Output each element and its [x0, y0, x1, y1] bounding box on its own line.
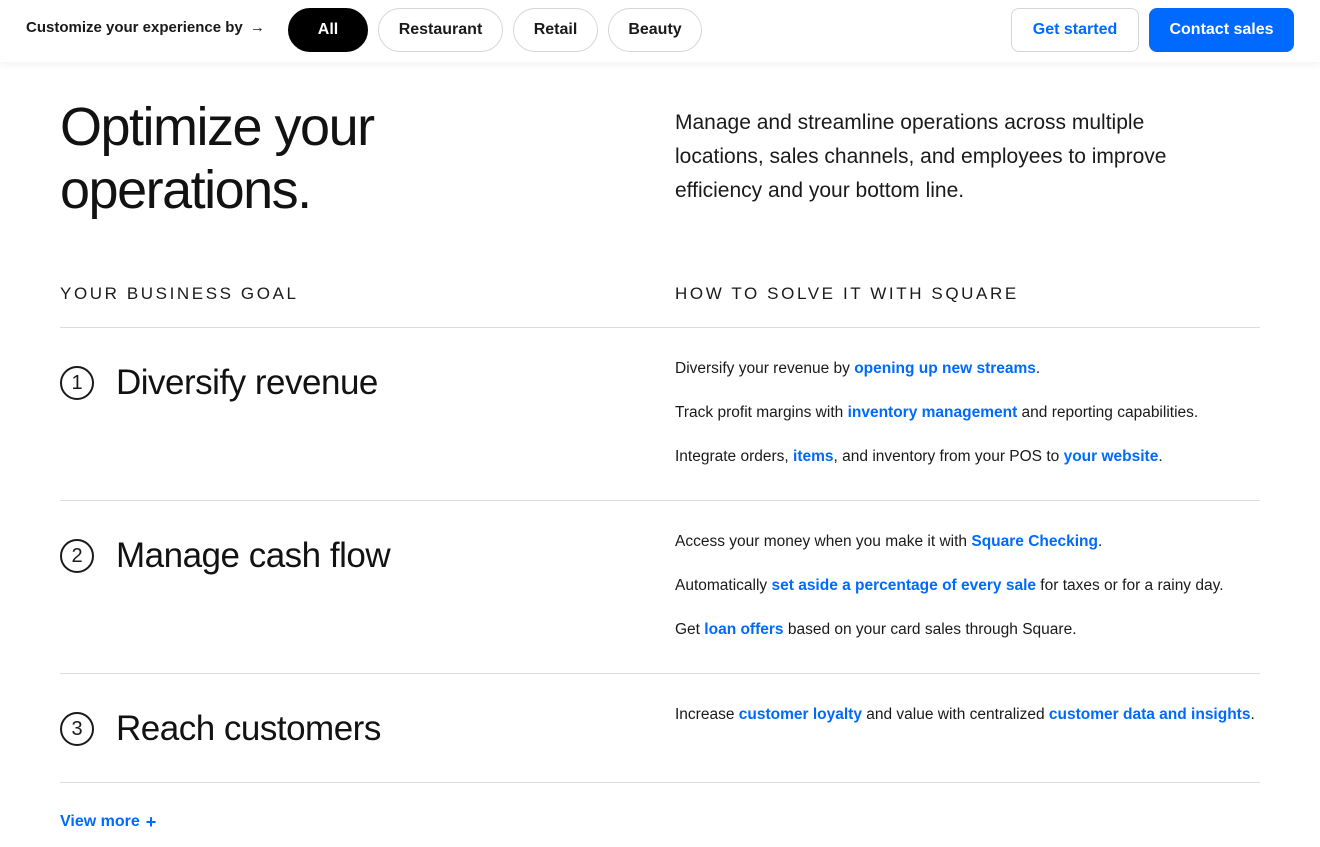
goal-title: Diversify revenue [116, 363, 378, 402]
solution-line: Automatically set aside a percentage of … [675, 577, 1224, 594]
arrow-right-icon: → [249, 19, 265, 36]
divider [60, 782, 1260, 783]
solution-line: Integrate orders, items, and inventory f… [675, 448, 1163, 465]
hero-description: Manage and streamline operations across … [675, 111, 1167, 202]
goal-row-3: 3 Reach customers [60, 709, 381, 749]
get-started-button[interactable]: Get started [1011, 8, 1139, 52]
number-2-icon: 2 [60, 539, 94, 573]
link-set-aside-percentage[interactable]: set aside a percentage of every sale [771, 577, 1036, 594]
link-items[interactable]: items [793, 448, 834, 465]
solution-list-3: Increase customer loyalty and value with… [675, 703, 1260, 727]
column-heading-solution: HOW TO SOLVE IT WITH SQUARE [675, 284, 1019, 303]
goal-row-2: 2 Manage cash flow [60, 536, 391, 576]
goal-row-1: 1 Diversify revenue [60, 363, 378, 403]
solution-line: Get loan offers based on your card sales… [675, 621, 1077, 638]
link-customer-data-insights[interactable]: customer data and insights [1049, 706, 1251, 723]
filter-restaurant[interactable]: Restaurant [378, 8, 503, 52]
link-square-checking[interactable]: Square Checking [971, 533, 1098, 550]
column-heading-goal: YOUR BUSINESS GOAL [60, 284, 299, 303]
link-inventory-management[interactable]: inventory management [848, 404, 1018, 421]
filter-beauty[interactable]: Beauty [608, 8, 702, 52]
solution-list-1: Diversify your revenue by opening up new… [675, 357, 1260, 469]
link-loan-offers[interactable]: loan offers [704, 621, 783, 638]
link-opening-up-new-streams[interactable]: opening up new streams [854, 360, 1036, 377]
top-bar: Customize your experience by → All Resta… [0, 0, 1320, 62]
goal-title: Reach customers [116, 709, 381, 748]
page-title: Optimize your operations. [60, 97, 375, 220]
filter-group: All Restaurant Retail Beauty [288, 8, 702, 52]
solution-line: Increase customer loyalty and value with… [675, 706, 1255, 723]
view-more-button[interactable]: View more + [60, 813, 156, 831]
link-customer-loyalty[interactable]: customer loyalty [739, 706, 862, 723]
solution-line: Access your money when you make it with … [675, 533, 1103, 550]
filter-all[interactable]: All [288, 8, 368, 52]
divider [60, 500, 1260, 501]
plus-icon: + [145, 812, 157, 832]
solution-line: Track profit margins with inventory mana… [675, 404, 1199, 421]
contact-sales-button[interactable]: Contact sales [1149, 8, 1294, 52]
customize-label: Customize your experience by → [26, 19, 265, 36]
goal-title: Manage cash flow [116, 536, 391, 575]
link-your-website[interactable]: your website [1064, 448, 1159, 465]
divider [60, 673, 1260, 674]
number-1-icon: 1 [60, 366, 94, 400]
solution-list-2: Access your money when you make it with … [675, 530, 1260, 642]
filter-retail[interactable]: Retail [513, 8, 598, 52]
solution-line: Diversify your revenue by opening up new… [675, 360, 1041, 377]
divider [60, 327, 1260, 328]
number-3-icon: 3 [60, 712, 94, 746]
